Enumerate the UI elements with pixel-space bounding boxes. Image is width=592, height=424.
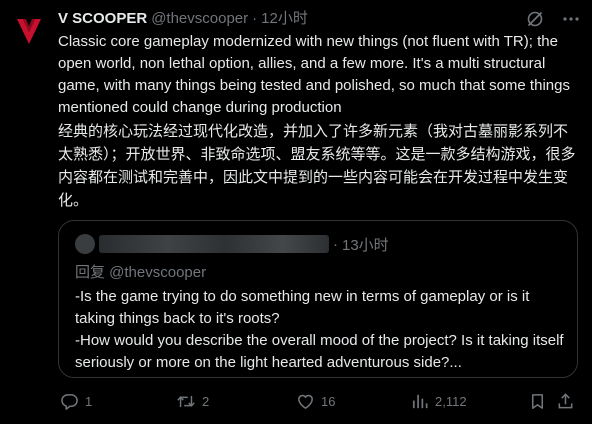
like-count: 16 bbox=[321, 393, 336, 409]
tweet-header: V SCOOPER @thevscooper · 12小时 bbox=[58, 8, 580, 30]
quote-body: -Is the game trying to do something new … bbox=[75, 286, 565, 374]
quote-separator-dot: · bbox=[333, 235, 338, 253]
separator-dot: · bbox=[252, 10, 258, 27]
views-count: 2,112 bbox=[435, 393, 467, 409]
quote-timestamp: 13小时 bbox=[342, 236, 389, 254]
quote-body-line: -How would you describe the overall mood… bbox=[75, 332, 564, 371]
bookmark-icon bbox=[531, 393, 544, 409]
quoted-tweet[interactable]: · 13小时 回复 @thevscooper -Is the game tryi… bbox=[58, 220, 578, 378]
quote-reply-to: 回复 @thevscooper bbox=[75, 264, 207, 281]
more-options-icon[interactable] bbox=[562, 10, 580, 28]
like-button[interactable]: 16 bbox=[296, 390, 335, 412]
timestamp[interactable]: 12小时 bbox=[261, 9, 308, 29]
retweet-count: 2 bbox=[202, 393, 210, 409]
retweet-button[interactable]: 2 bbox=[176, 390, 209, 412]
bookmark-button[interactable] bbox=[528, 390, 547, 412]
quote-avatar bbox=[75, 234, 95, 254]
retweet-icon bbox=[177, 395, 195, 407]
author-handle[interactable]: @thevscooper bbox=[151, 9, 248, 29]
red-chevron-logo-icon bbox=[17, 19, 41, 44]
action-bar: 1 2 16 2,112 bbox=[58, 390, 580, 412]
quote-body-line: -Is the game trying to do something new … bbox=[75, 288, 530, 327]
grok-slash-icon[interactable] bbox=[526, 10, 544, 28]
views-chart-icon bbox=[412, 394, 428, 408]
tweet-body-chinese: 经典的核心玩法经过现代化改造，并加入了许多新元素（我对古墓丽影系列不太熟悉）；开… bbox=[58, 123, 576, 209]
header-actions bbox=[526, 8, 580, 30]
redacted-author bbox=[99, 235, 329, 253]
share-button[interactable] bbox=[556, 390, 575, 412]
share-icon bbox=[558, 392, 573, 408]
tweet-body-english: Classic core gameplay modernized with ne… bbox=[58, 33, 570, 116]
reply-count: 1 bbox=[85, 393, 93, 409]
reply-icon bbox=[61, 393, 78, 410]
views-button[interactable]: 2,112 bbox=[410, 390, 467, 412]
heart-icon bbox=[298, 394, 313, 409]
quote-header: · 13小时 bbox=[75, 233, 389, 255]
reply-button[interactable]: 1 bbox=[60, 390, 92, 412]
author-name[interactable]: V SCOOPER bbox=[58, 9, 147, 29]
tweet[interactable]: V SCOOPER @thevscooper · 12小时 Classic co… bbox=[0, 0, 592, 424]
avatar[interactable] bbox=[9, 10, 49, 50]
